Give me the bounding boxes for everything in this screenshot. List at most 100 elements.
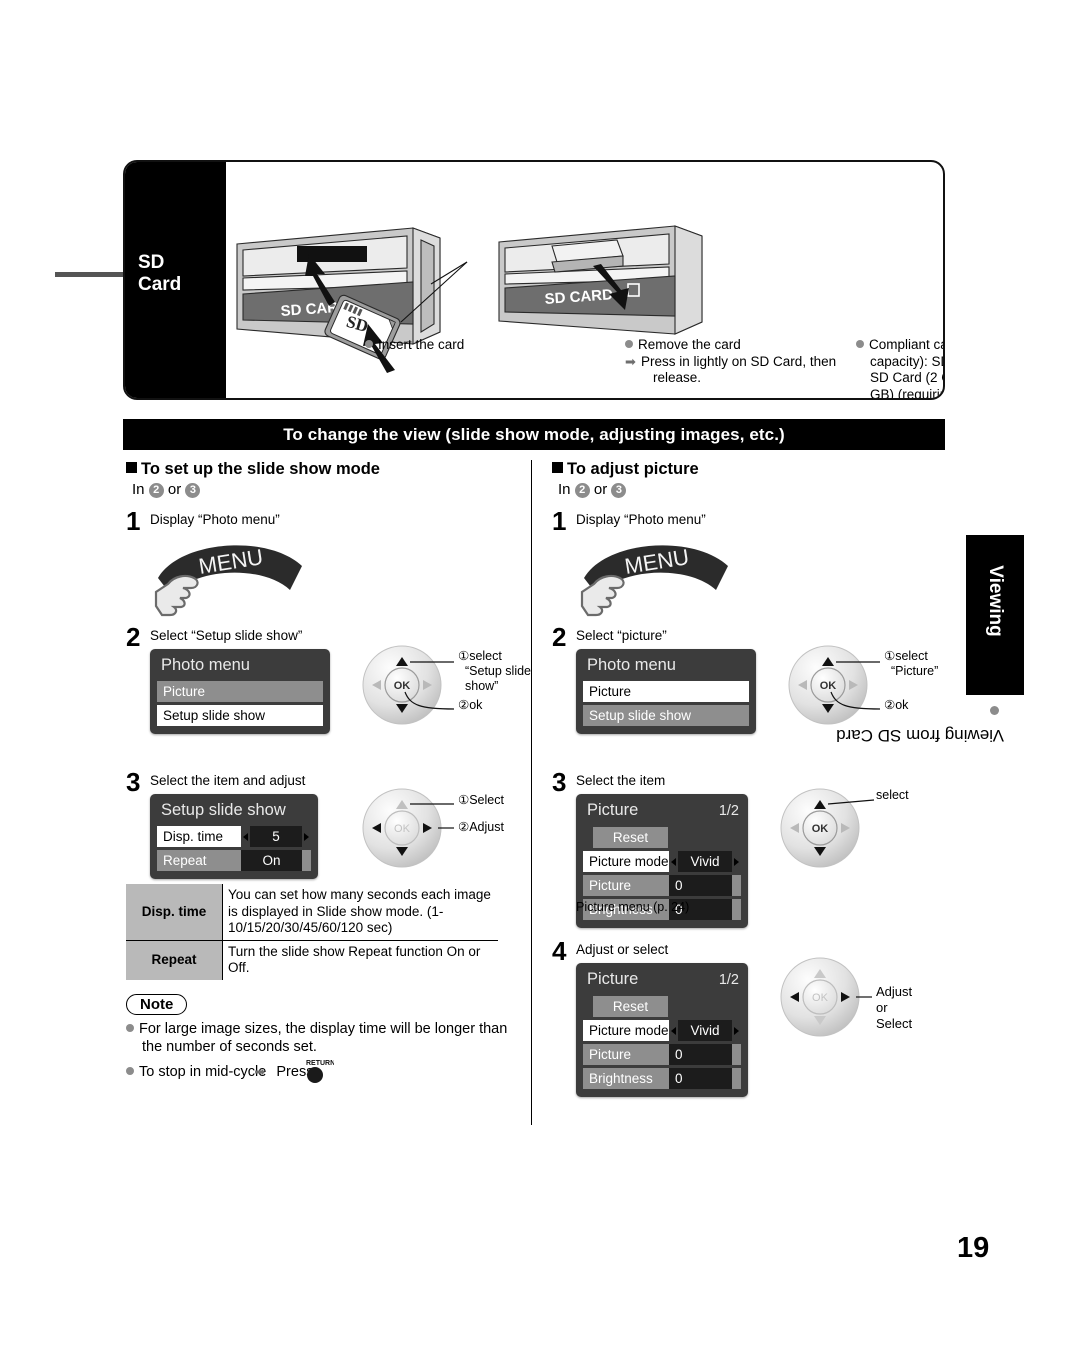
picture-reset-row[interactable]: Reset (583, 996, 741, 1017)
picture-mode-row[interactable]: Picture mode Vivid (583, 851, 741, 872)
repeat-row[interactable]: Repeat On (157, 850, 311, 871)
photo-menu-row-picture[interactable]: Picture (583, 681, 749, 702)
picture-level-label: Picture (583, 875, 669, 896)
photo-menu-picture-label: Picture (157, 681, 323, 702)
right-step-3: 3 Select the item Picture 1/2 Reset Pict… (552, 769, 956, 928)
picture-osd-page: 1/2 (718, 803, 739, 819)
right-step-4: 4 Adjust or select Picture 1/2 Reset Pic… (552, 938, 956, 1097)
menu-button-graphic-right[interactable]: MENU (576, 532, 751, 624)
dpad-hint-select: ①select (884, 649, 928, 663)
photo-menu-setup-label: Setup slide show (583, 705, 749, 726)
dpad-left-step2[interactable]: OK ①select “Setup slide show” ②ok (358, 645, 548, 732)
right-step-3-text: Select the item (576, 773, 666, 788)
picture-menu-caption-text: Picture menu (p. 24) (576, 900, 690, 914)
right-step-4-number: 4 (552, 936, 567, 966)
setup-slide-show-osd: Setup slide show Disp. time 5 Repeat On (150, 794, 318, 879)
photo-menu-row-setup-slide-show[interactable]: Setup slide show (157, 705, 323, 726)
disp-time-row[interactable]: Disp. time 5 (157, 826, 311, 847)
slide-show-subheading: To set up the slide show mode (126, 460, 530, 479)
dpad-hint-ok: ②ok (884, 698, 909, 712)
dpad-hint-select: ①Select (458, 793, 504, 807)
dpad-hint-select: select (876, 788, 909, 802)
left-step-3-number: 3 (126, 767, 141, 797)
picture-reset-label: Reset (593, 996, 668, 1017)
photo-menu-row-picture[interactable]: Picture (157, 681, 323, 702)
setup-slide-show-title: Setup slide show (161, 801, 286, 819)
left-rule (55, 272, 127, 277)
in-prefix: In (132, 481, 145, 498)
repeat-value: On (241, 850, 302, 871)
picture-mode-row[interactable]: Picture mode Vivid (583, 1020, 741, 1041)
brightness-row[interactable]: Brightness 0 (583, 1068, 741, 1089)
picture-osd-step4: Picture 1/2 Reset Picture mode Vivid Pic… (576, 963, 748, 1097)
dpad-hint-select3: show” (465, 679, 499, 693)
manual-page: SD Card SD CARD SD SD CARD Insert the ca… (0, 0, 1080, 1363)
adjust-picture-column: To adjust picture In 2 or 3 1 Display “P… (552, 460, 956, 1097)
dpad-hint-or: or (876, 1000, 888, 1015)
photo-menu-osd-right: Photo menu Picture Setup slide show (576, 649, 756, 734)
page-number: 19 (957, 1232, 989, 1265)
compliant-card-type-text: Compliant card type (maximum capacity): … (869, 337, 943, 400)
picture-level-row[interactable]: Picture 0 (583, 875, 741, 896)
brightness-label: Brightness (583, 1068, 669, 1089)
left-step-2-number: 2 (126, 622, 141, 652)
in-prefix: In (558, 481, 571, 498)
left-step-3: 3 Select the item and adjust Setup slide… (126, 769, 530, 879)
right-arrow-icon[interactable] (734, 1026, 739, 1035)
picture-osd-page: 1/2 (718, 972, 739, 988)
disp-time-value: 5 (250, 826, 302, 847)
sd-card-tab: SD Card (125, 162, 226, 398)
dpad-right-step4[interactable]: OK Adjust or Select (776, 957, 966, 1044)
compliant-card-column: Compliant card type (maximum capacity): … (856, 337, 943, 400)
dpad-left-step3[interactable]: OK ①Select ②Adjust (358, 788, 548, 875)
adjust-picture-subheading: To adjust picture (552, 460, 956, 479)
svg-text:OK: OK (812, 823, 829, 835)
adjust-picture-context: In 2 or 3 (558, 481, 956, 498)
picture-reset-row[interactable]: Reset (583, 827, 741, 848)
bullet-icon (126, 1023, 134, 1032)
remove-card-illustration: SD CARD (498, 225, 703, 335)
brightness-value: 0 (669, 1068, 732, 1089)
circled-number-3: 3 (185, 483, 201, 498)
return-button-icon[interactable]: RETURN (306, 1057, 344, 1083)
in-mid: or (167, 481, 182, 498)
picture-level-row[interactable]: Picture 0 (583, 1044, 741, 1065)
right-arrow-icon[interactable] (304, 832, 309, 841)
right-arrow-icon[interactable] (734, 857, 739, 866)
bullet-icon (625, 340, 633, 348)
dpad-right-step2[interactable]: OK ①select “Picture” ②ok (784, 645, 974, 732)
bullet-icon (856, 340, 864, 348)
sd-tab-line1: SD (138, 252, 165, 273)
svg-text:OK: OK (820, 680, 837, 692)
left-step-2-text: Select “Setup slide show” (150, 628, 303, 643)
dpad-right-step3[interactable]: OK select (776, 788, 966, 875)
table-row: Repeat Turn the slide show Repeat functi… (126, 940, 498, 980)
right-step-3-number: 3 (552, 767, 567, 797)
left-arrow-icon[interactable] (243, 832, 248, 841)
remove-card-sub: Press in lightly on SD Card, then releas… (641, 353, 837, 386)
table-row: Disp. time You can set how many seconds … (126, 884, 498, 941)
left-arrow-icon[interactable] (671, 857, 676, 866)
right-step-2-number: 2 (552, 622, 567, 652)
menu-button-graphic-left[interactable]: MENU (150, 532, 325, 624)
slide-show-context: In 2 or 3 (132, 481, 530, 498)
circled-number-3: 3 (611, 483, 627, 498)
left-step-1: 1 Display “Photo menu” MENU (126, 508, 530, 624)
slide-show-subheading-text: To set up the slide show mode (141, 460, 380, 478)
dpad-hint-ok: ②ok (458, 698, 483, 712)
repeat-label: Repeat (157, 850, 241, 871)
left-step-1-number: 1 (126, 506, 141, 536)
sd-tab-line2: Card (138, 274, 182, 295)
dpad-hint-select: Select (876, 1016, 913, 1031)
section-banner: To change the view (slide show mode, adj… (123, 419, 945, 450)
picture-menu-caption: Picture menu (p. 24) (576, 900, 689, 914)
insert-card-heading: Insert the card (378, 337, 465, 352)
section-banner-title: To change the view (slide show mode, adj… (283, 424, 785, 444)
left-arrow-icon[interactable] (671, 1026, 676, 1035)
svg-text:OK: OK (394, 823, 411, 835)
remove-card-column: Remove the card ➡ Press in lightly on SD … (625, 337, 837, 386)
photo-menu-row-setup-slide-show[interactable]: Setup slide show (583, 705, 749, 726)
note-badge: Note (126, 993, 188, 1015)
adjust-picture-subheading-text: To adjust picture (567, 460, 699, 478)
bullet-icon (365, 340, 373, 348)
